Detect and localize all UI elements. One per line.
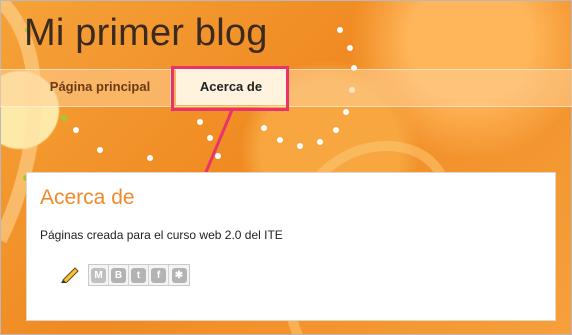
blogger-icon[interactable]: B — [109, 265, 129, 285]
edit-pencil-icon[interactable] — [59, 265, 81, 283]
buzz-icon[interactable]: ✱ — [169, 265, 189, 285]
share-buttons: M B t f ✱ — [88, 264, 190, 286]
twitter-icon[interactable]: t — [129, 265, 149, 285]
post-body-text: Páginas creada para el curso web 2.0 del… — [40, 228, 283, 242]
gmail-icon[interactable]: M — [89, 265, 109, 285]
post-title[interactable]: Acerca de — [40, 186, 135, 210]
facebook-icon[interactable]: f — [149, 265, 169, 285]
